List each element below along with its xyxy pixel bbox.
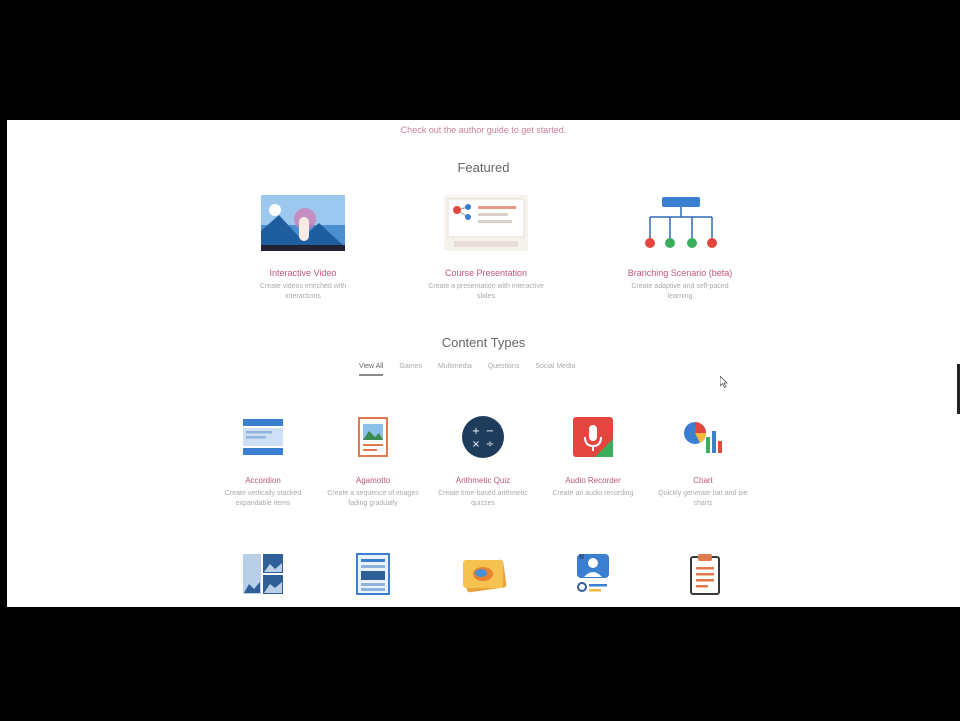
tab-social-media[interactable]: Social Media bbox=[535, 363, 575, 376]
featured-branching-scenario-desc: Create adaptive and self-paced learning bbox=[631, 283, 729, 300]
audio-recorder-title: Audio Recorder bbox=[565, 476, 621, 485]
content-type-arithmetic-quiz[interactable]: + − × ÷ Arithmetic Quiz Create time-base… bbox=[428, 415, 538, 509]
content-type-accordion[interactable]: Accordion Create vertically stacked expa… bbox=[208, 415, 318, 509]
chart-desc: Quickly generate bar and pie charts bbox=[658, 490, 748, 507]
featured-title: Featured bbox=[457, 160, 510, 175]
image-gallery-icon[interactable] bbox=[241, 552, 285, 596]
svg-text:−: − bbox=[486, 426, 494, 437]
agamotto-title: Agamotto bbox=[355, 476, 391, 485]
flashcards-icon[interactable] bbox=[459, 552, 509, 596]
svg-text:×: × bbox=[472, 439, 480, 450]
svg-text:+: + bbox=[472, 426, 480, 437]
author-guide-link[interactable]: Check out the author guide to get starte… bbox=[7, 125, 960, 135]
chart-title: Chart bbox=[693, 476, 713, 485]
accordion-title: Accordion bbox=[245, 476, 281, 485]
agamotto-desc: Create a sequence of images fading gradu… bbox=[327, 490, 419, 507]
tab-view-all[interactable]: View All bbox=[359, 363, 384, 376]
featured-branching-scenario-title: Branching Scenario (beta) bbox=[627, 268, 733, 278]
featured-interactive-video-title: Interactive Video bbox=[269, 268, 337, 278]
featured-interactive-video-desc: Create videos enriched with interactions bbox=[259, 283, 347, 300]
featured-interactive-video[interactable]: Interactive Video Create videos enriched… bbox=[228, 195, 378, 302]
dialog-cards-icon[interactable] bbox=[571, 552, 615, 596]
video-letterbox-bottom bbox=[0, 607, 960, 721]
featured-course-presentation-desc: Create a presentation with interactive s… bbox=[428, 283, 544, 300]
audio-recorder-icon bbox=[573, 417, 613, 457]
arithmetic-quiz-icon: + − × ÷ bbox=[462, 416, 504, 458]
content-types-title: Content Types bbox=[441, 335, 526, 350]
accordion-icon bbox=[243, 419, 283, 455]
course-presentation-icon bbox=[444, 195, 528, 251]
tab-multimedia[interactable]: Multimedia bbox=[438, 363, 472, 376]
clipboard-icon[interactable] bbox=[683, 552, 727, 596]
mouse-cursor-icon bbox=[720, 376, 728, 388]
featured-branching-scenario[interactable]: Branching Scenario (beta) Create adaptiv… bbox=[605, 195, 755, 302]
content-type-chart[interactable]: Chart Quickly generate bar and pie chart… bbox=[648, 415, 758, 509]
tab-questions[interactable]: Questions bbox=[488, 363, 520, 376]
arithmetic-quiz-title: Arithmetic Quiz bbox=[455, 476, 511, 485]
content-type-tabs: View All Games Multimedia Questions Soci… bbox=[359, 363, 575, 376]
arithmetic-quiz-desc: Create time-based arithmetic quizzes bbox=[438, 490, 528, 507]
interactive-video-icon bbox=[261, 195, 345, 251]
document-form-icon[interactable] bbox=[351, 552, 395, 596]
branching-scenario-icon bbox=[638, 195, 722, 251]
featured-course-presentation-title: Course Presentation bbox=[444, 268, 528, 278]
video-letterbox-top bbox=[0, 0, 960, 120]
content-type-audio-recorder[interactable]: Audio Recorder Create an audio recording bbox=[538, 415, 648, 499]
agamotto-icon bbox=[358, 417, 388, 457]
audio-recorder-desc: Create an audio recording bbox=[552, 490, 634, 497]
content-type-agamotto[interactable]: Agamotto Create a sequence of images fad… bbox=[318, 415, 428, 509]
content-hub-page: Check out the author guide to get starte… bbox=[7, 120, 960, 607]
tab-games[interactable]: Games bbox=[399, 363, 422, 376]
accordion-desc: Create vertically stacked expandable ite… bbox=[224, 490, 302, 507]
featured-course-presentation[interactable]: Course Presentation Create a presentatio… bbox=[411, 195, 561, 302]
svg-text:÷: ÷ bbox=[486, 439, 494, 450]
chart-icon bbox=[684, 422, 722, 453]
